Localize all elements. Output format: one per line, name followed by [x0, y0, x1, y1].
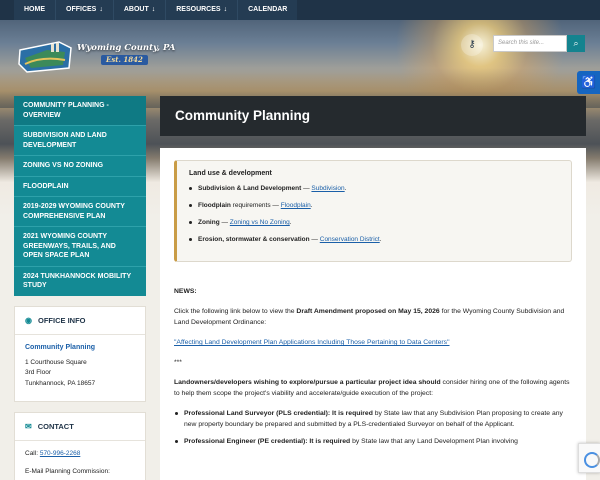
- list-item: Erosion, stormwater & conservation — Con…: [189, 235, 559, 244]
- sidebar-item-comprehensive-plan[interactable]: 2019-2029 WYOMING COUNTY COMPREHENSIVE P…: [14, 196, 146, 226]
- email-label: E-Mail Planning Commission:: [25, 467, 110, 475]
- conservation-district-link[interactable]: Conservation District: [320, 236, 380, 243]
- nav-item-about[interactable]: ABOUT ↓: [112, 0, 166, 20]
- news-section: NEWS: Click the following link below to …: [174, 286, 574, 453]
- nav-item-home[interactable]: HOME: [14, 0, 55, 20]
- call-label: Call:: [25, 450, 39, 457]
- sidebar-item-overview[interactable]: COMMUNITY PLANNING - OVERVIEW: [14, 96, 146, 125]
- list-item: Professional Engineer (PE credential): I…: [174, 436, 574, 447]
- list-item: Floodplain requirements — Floodplain.: [189, 201, 559, 210]
- land-use-callout: Land use & development Subdivision & Lan…: [174, 160, 572, 262]
- accessibility-icon: ♿: [581, 75, 596, 89]
- address-line: 1 Courthouse Square: [25, 358, 87, 366]
- sidebar-item-greenways-plan[interactable]: 2021 WYOMING COUNTY GREENWAYS, TRAILS, A…: [14, 226, 146, 266]
- site-logo[interactable]: Wyoming County, PA Est. 1842: [17, 38, 175, 80]
- list-item: Zoning — Zoning vs No Zoning.: [189, 218, 559, 227]
- accessibility-button[interactable]: ♿: [577, 71, 600, 94]
- zoning-link[interactable]: Zoning vs No Zoning: [230, 219, 290, 226]
- search-button[interactable]: ⌕: [567, 35, 585, 52]
- phone-link[interactable]: 570-996-2268: [40, 450, 80, 457]
- subdivision-link[interactable]: Subdivision: [311, 185, 344, 192]
- floodplain-link[interactable]: Floodplain: [281, 202, 311, 209]
- list-item: Professional Land Surveyor (PLS credenti…: [174, 408, 574, 430]
- top-nav: HOME OFFICES ↓ ABOUT ↓ RESOURCES ↓ CALENDAR: [0, 0, 600, 20]
- chevron-down-icon: ↓: [99, 6, 103, 13]
- sidebar-nav: COMMUNITY PLANNING - OVERVIEW SUBDIVISIO…: [14, 96, 146, 296]
- news-paragraph: Click the following link below to view t…: [174, 308, 565, 326]
- contact-widget: ✉ CONTACT Call: 570-996-2268 E-Mail Plan…: [14, 412, 146, 480]
- nav-item-calendar[interactable]: CALENDAR: [237, 0, 298, 20]
- chevron-down-icon: ↓: [223, 6, 228, 13]
- news-label: NEWS:: [174, 288, 197, 295]
- office-info-heading: ◉ OFFICE INFO: [15, 307, 145, 335]
- envelope-icon: ✉: [25, 422, 32, 431]
- recaptcha-badge[interactable]: [578, 443, 600, 473]
- sidebar-item-subdivision[interactable]: SUBDIVISION AND LAND DEVELOPMENT: [14, 125, 146, 155]
- nav-item-offices[interactable]: OFFICES ↓: [55, 0, 113, 20]
- list-item: Subdivision & Land Development — Subdivi…: [189, 184, 559, 193]
- separator: ***: [174, 359, 182, 366]
- search-input[interactable]: Search this site...: [493, 35, 567, 52]
- office-info-widget: ◉ OFFICE INFO Community Planning 1 Court…: [14, 306, 146, 402]
- location-pin-icon: ◉: [25, 316, 32, 325]
- callout-heading: Land use & development: [189, 170, 272, 177]
- agents-paragraph: Landowners/developers wishing to explore…: [174, 379, 570, 397]
- contact-body: Call: 570-996-2268 E-Mail Planning Commi…: [15, 441, 145, 480]
- contact-heading: ✉ CONTACT: [15, 413, 145, 441]
- page-title-bar: Community Planning: [160, 96, 586, 136]
- main-content: Land use & development Subdivision & Lan…: [160, 148, 586, 480]
- chevron-down-icon: ↓: [151, 6, 156, 13]
- search-icon: ⌕: [573, 38, 579, 48]
- key-icon[interactable]: ⚷: [461, 34, 483, 56]
- logo-title: Wyoming County, PA: [77, 43, 176, 53]
- county-map-logo-icon: [18, 41, 72, 73]
- sidebar-item-mobility-study[interactable]: 2024 TUNKHANNOCK MOBILITY STUDY: [14, 265, 146, 296]
- nav-item-resources[interactable]: RESOURCES ↓: [165, 0, 238, 20]
- sidebar-item-floodplain[interactable]: FLOODPLAIN: [14, 175, 146, 197]
- sidebar-item-zoning[interactable]: ZONING VS NO ZONING: [14, 155, 146, 176]
- logo-established: Est. 1842: [101, 55, 148, 65]
- office-name-link[interactable]: Community Planning: [25, 343, 135, 354]
- page-title: Community Planning: [175, 108, 310, 123]
- draft-amendment-link[interactable]: "Affecting Land Development Plan Applica…: [174, 339, 450, 346]
- address-line: Tunkhannock, PA 18657: [25, 379, 96, 387]
- address-line: 3rd Floor: [25, 369, 52, 376]
- search-form: Search this site... ⌕: [493, 35, 585, 52]
- office-info-body: Community Planning 1 Courthouse Square 3…: [15, 335, 145, 397]
